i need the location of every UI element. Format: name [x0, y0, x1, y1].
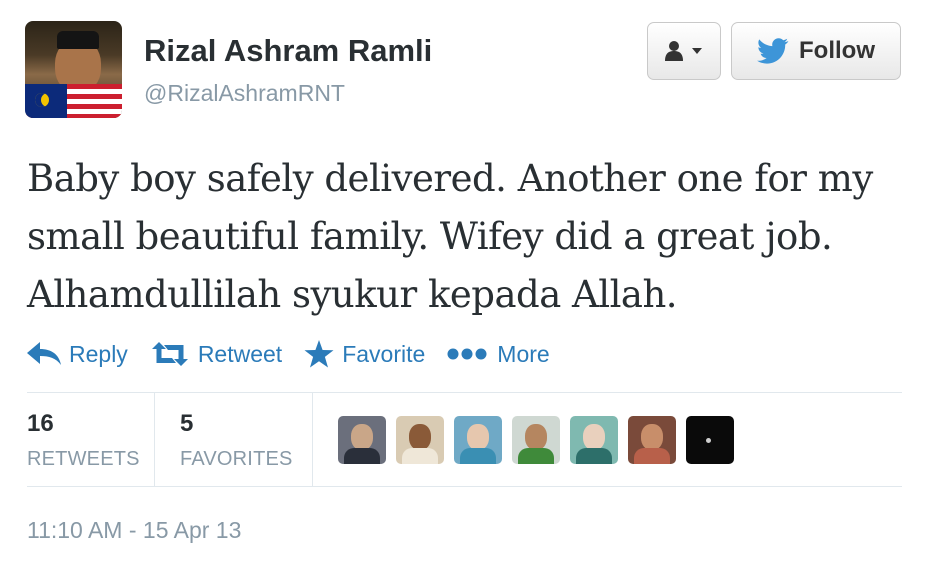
retweet-label: Retweet	[197, 340, 283, 367]
favoriter-avatar[interactable]	[686, 416, 734, 464]
favoriter-avatar[interactable]	[570, 416, 618, 464]
avatar-flag-canton	[25, 84, 67, 118]
follow-label: Follow	[799, 37, 875, 64]
favorite-action[interactable]: Favorite	[304, 340, 425, 368]
more-action[interactable]: More	[447, 340, 550, 368]
retweet-action[interactable]: Retweet	[150, 341, 282, 368]
tweet-actions: Reply Retweet Favorite More	[27, 336, 572, 372]
favoriter-avatar[interactable]	[396, 416, 444, 464]
tweet-text: Baby boy safely delivered. Another one f…	[27, 157, 873, 316]
user-icon	[665, 41, 683, 61]
favoriter-avatar[interactable]	[512, 416, 560, 464]
favorites-count: 5	[180, 410, 194, 437]
more-label: More	[497, 340, 550, 367]
user-actions-button[interactable]	[647, 22, 721, 80]
tweet-timestamp[interactable]: 11:10 AM - 15 Apr 13	[27, 517, 241, 544]
avatar-cap	[57, 31, 99, 49]
retweets-stat[interactable]: 16 RETWEETS	[27, 393, 155, 486]
favoriter-avatar[interactable]	[338, 416, 386, 464]
reply-icon	[27, 342, 61, 365]
retweets-label: RETWEETS	[27, 448, 140, 470]
author-handle[interactable]: @RizalAshramRNT	[144, 80, 345, 107]
author-name[interactable]: Rizal Ashram Ramli	[144, 33, 432, 69]
favoriter-avatar[interactable]	[454, 416, 502, 464]
more-dots-icon	[447, 348, 487, 360]
favorites-stat[interactable]: 5 FAVORITES	[155, 393, 313, 486]
author-avatar[interactable]	[25, 21, 122, 118]
retweet-icon	[151, 342, 188, 366]
favoriter-avatar[interactable]	[628, 416, 676, 464]
favorite-label: Favorite	[342, 340, 426, 367]
retweets-count: 16	[27, 410, 54, 437]
reply-action[interactable]: Reply	[27, 341, 128, 368]
favoriter-avatars	[338, 416, 744, 464]
twitter-bird-icon	[757, 38, 789, 64]
reply-label: Reply	[69, 340, 128, 367]
star-icon	[304, 340, 334, 368]
stats-bottom-divider	[27, 486, 902, 487]
follow-button[interactable]: Follow	[731, 22, 901, 80]
favorites-label: FAVORITES	[180, 448, 293, 470]
caret-down-icon	[692, 48, 702, 54]
